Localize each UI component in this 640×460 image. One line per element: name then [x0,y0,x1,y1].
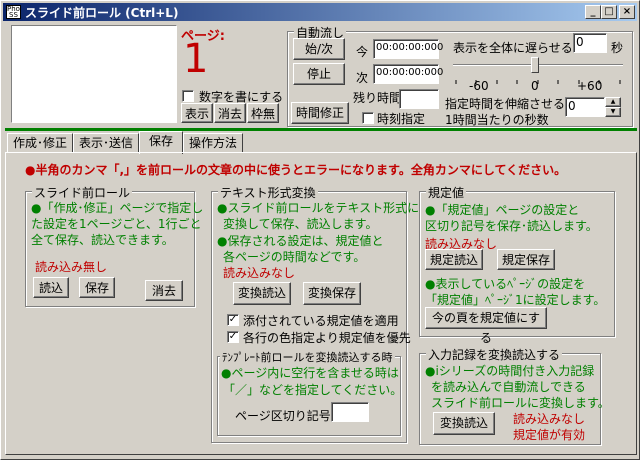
textconv-desc-2: 変換して保存、読込します。 [223,217,378,231]
remaining-field[interactable] [399,89,439,109]
defaults-load-button[interactable]: 規定読込 [425,249,483,270]
erase-button[interactable]: 消去 [214,103,246,123]
textconv-desc-4: 各ページの時間などです。 [223,250,366,264]
slide-load-button[interactable]: 読込 [33,277,69,298]
maximize-button[interactable]: □ [601,5,617,19]
number-checkbox[interactable] [182,90,194,102]
border-button[interactable]: 枠無 [247,103,279,123]
inputrec-status-1: 読み込みなし [513,412,586,426]
separator-label: ページ区切り記号 [235,409,331,423]
separator-field[interactable] [331,402,369,422]
close-button[interactable]: × [619,5,635,19]
set-page-as-default-button[interactable]: 今の頁を規定値にする [425,307,547,345]
page-number: 1 [183,36,209,82]
defaults-desc-4: 「規定値」ﾍﾟｰｼﾞ1に設定します。 [425,293,606,307]
slider-mid-label: 0 [531,79,539,93]
green-separator [5,128,637,131]
tab-operation-guide[interactable]: 操作方法 [183,133,243,153]
textconv-status: 読み込みなし [223,266,296,280]
now-time-field[interactable]: 00:00:00:000 [373,39,443,59]
app-icon[interactable]: Pho SS [6,5,21,19]
time-fix-button[interactable]: 時間修正 [291,102,349,124]
start-next-button[interactable]: 始/次 [293,38,345,60]
delay-unit: 秒 [611,41,624,55]
conv-load-button[interactable]: 変換読込 [233,282,291,305]
slide-desc-1: ●「作成･修正」ページで指定し [31,201,204,215]
show-button[interactable]: 表示 [181,103,213,123]
inputrec-desc-3: スライド前ロールに変換します。 [431,396,610,410]
stretch-label-1: 指定時間を伸縮させる [445,97,566,111]
title-bar[interactable]: Pho SS スライド前ロール (Ctrl+L) _ □ × [3,3,637,21]
slide-status: 読み込み無し [35,260,108,274]
defaults-desc-3: ●表示しているﾍﾟｰｼﾞの設定を [425,277,586,291]
delay-slider-thumb[interactable] [531,57,539,73]
stretch-label-2: 1時間当たりの秒数 [445,113,549,127]
stretch-field[interactable]: 0 [565,97,605,117]
remaining-label: 残り時間 [353,91,402,105]
next-time-field[interactable]: 00:00:00:000 [373,64,443,84]
tab-create-edit[interactable]: 作成･修正 [7,133,73,153]
now-label: 今 [356,45,369,59]
next-label: 次 [356,71,369,85]
inputrec-status-2: 規定値が有効 [513,428,586,442]
inputrec-desc-2: を読み込んで自動流しできる [431,380,586,394]
template-group-label: ﾃﾝﾌﾟﾚｰﾄ前ロールを変換読込する時 [220,349,395,365]
template-desc-2: 「／」などを指定してください。 [223,383,403,397]
textconv-desc-3: ●保存される設定は、規定値と [217,234,384,248]
template-desc-1: ●ページ内に空行を含ませる時は [221,366,399,380]
slide-desc-3: 全て保存、読込できます。 [31,233,174,247]
spinner-down-icon[interactable]: ▼ [605,107,621,117]
tab-display-send[interactable]: 表示･送信 [73,133,139,153]
apply-defaults-label: 添付されている規定値を適用 [243,314,399,328]
delay-label: 表示を全体に遅らせる [453,41,573,55]
prefer-defaults-checkbox[interactable]: ✓ [227,331,239,343]
delay-field[interactable]: 0 [573,33,607,53]
slide-erase-button[interactable]: 消去 [145,280,183,301]
textconv-desc-1: ●スライド前ロールをテキスト形式に [217,201,420,215]
app-window: Pho SS スライド前ロール (Ctrl+L) _ □ × ページ: 1 数字… [0,0,640,460]
spinner-up-icon[interactable]: ▲ [605,97,621,107]
defaults-desc-1: ●「規定値」ページの設定と [425,203,580,217]
time-specify-checkbox[interactable] [362,112,374,124]
apply-defaults-checkbox[interactable]: ✓ [227,314,239,326]
time-specify-label: 時刻指定 [377,112,426,126]
input-record-group-label: 入力記録を変換読込する [426,346,563,363]
slider-max-label: +60 [577,79,603,93]
defaults-group-label: 規定値 [426,184,467,201]
window-title: スライド前ロール (Ctrl+L) [25,6,179,20]
preview-area [11,25,177,123]
tab-save[interactable]: 保存 [139,131,183,154]
conv-save-button[interactable]: 変換保存 [303,282,361,305]
defaults-save-button[interactable]: 規定保存 [497,249,555,270]
prefer-defaults-label: 各行の色指定より規定値を優先 [243,331,411,345]
comma-warning: ●半角のカンマ「,」を前ロールの文章の中に使うとエラーになります。全角カンマにし… [25,163,567,177]
slider-min-label: -60 [469,79,489,93]
stretch-spinner[interactable]: ▲ ▼ [605,97,621,117]
minimize-button[interactable]: _ [585,5,601,19]
inputrec-convert-button[interactable]: 変換読込 [433,412,495,435]
slide-desc-2: た設定を1ページごと、1行ごと [31,217,202,231]
stop-button[interactable]: 停止 [293,63,345,85]
defaults-desc-2: 区切り記号を保存･読込します。 [425,219,598,233]
slider-ticks [455,73,621,84]
inputrec-desc-1: ●iシリーズの時間付き入力記録 [425,364,595,378]
slide-save-button[interactable]: 保存 [79,277,115,298]
